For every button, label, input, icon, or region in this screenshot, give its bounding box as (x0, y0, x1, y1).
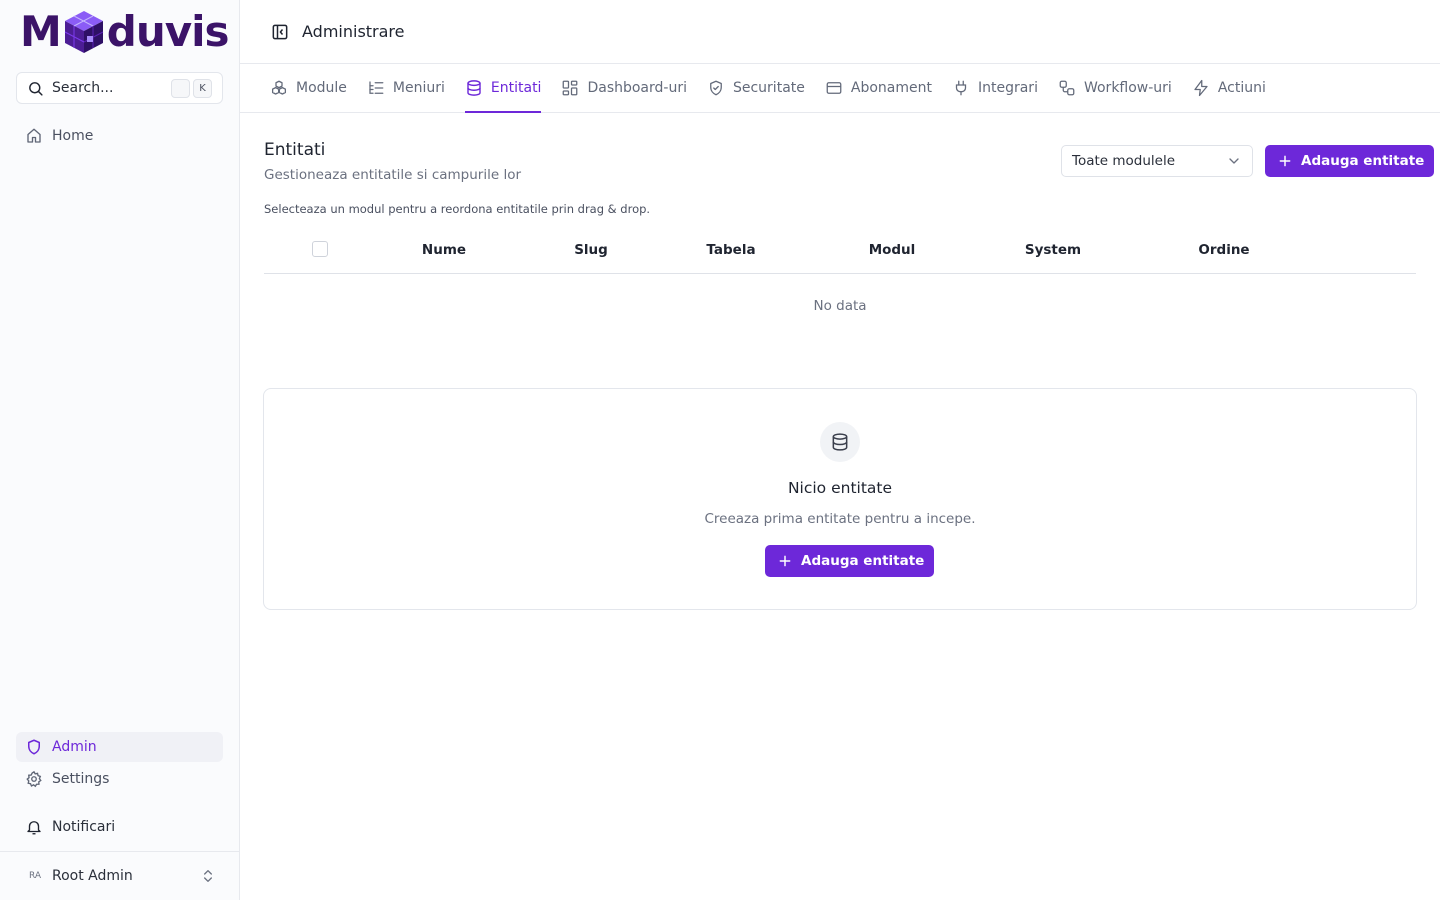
tab-integrari[interactable]: Integrari (952, 64, 1038, 113)
sidebar-divider (0, 851, 240, 852)
select-all-checkbox[interactable] (312, 241, 328, 257)
tab-entitati[interactable]: Entitati (464, 64, 542, 113)
module-filter-select[interactable]: Toate modulele (1061, 145, 1253, 177)
add-entity-button[interactable]: Adauga entitate (1265, 145, 1435, 177)
empty-state-button-label: Adauga entitate (801, 553, 925, 569)
cube-logo-icon (64, 11, 104, 53)
sidebar-item-settings[interactable]: Settings (16, 764, 223, 794)
chevron-down-icon (1229, 158, 1239, 164)
sidebar: M duvis Search... K Home Admin Settings … (0, 0, 240, 900)
tab-label: Securitate (732, 80, 805, 96)
empty-state-subtitle: Creeaza prima entitate pentru a incepe. (704, 511, 976, 527)
list-tree-icon (369, 81, 384, 94)
database-icon (467, 80, 481, 96)
user-name: Root Admin (52, 868, 133, 884)
avatar: RA (28, 871, 42, 881)
layout-dashboard-icon (563, 80, 578, 96)
sidebar-item-label: Admin (52, 739, 97, 755)
tab-securitate[interactable]: Securitate (707, 64, 805, 113)
tab-workflow-uri[interactable]: Workflow-uri (1058, 64, 1172, 113)
tab-module[interactable]: Module (270, 64, 347, 113)
search-input[interactable]: Search... K (16, 72, 223, 104)
tab-meniuri[interactable]: Meniuri (367, 64, 445, 113)
logo-suffix: duvis (106, 7, 230, 56)
bell-icon (27, 821, 41, 835)
table-empty-text: No data (813, 298, 867, 314)
tab-label: Module (296, 80, 347, 96)
sidebar-toggle-icon[interactable] (270, 22, 290, 42)
tab-label: Abonament (850, 80, 932, 96)
tab-label: Dashboard-uri (587, 80, 687, 96)
chevrons-up-down-icon (204, 870, 212, 882)
search-icon (29, 81, 43, 96)
sidebar-item-home[interactable]: Home (16, 121, 223, 151)
tab-label: Meniuri (392, 80, 445, 96)
tab-label: Integrari (977, 80, 1038, 96)
reorder-hint: Selecteaza un modul pentru a reordona en… (264, 202, 651, 216)
plus-icon (779, 555, 791, 567)
column-header-system[interactable]: System (1003, 226, 1103, 273)
sidebar-item-label: Home (52, 128, 94, 144)
kbd-modifier (171, 78, 190, 98)
column-header-nume[interactable]: Nume (394, 226, 494, 273)
sidebar-item-admin[interactable]: Admin (16, 732, 223, 762)
top-header: Administrare (240, 0, 1440, 64)
empty-state-title: Nicio entitate (787, 479, 893, 497)
column-header-tabela[interactable]: Tabela (681, 226, 781, 273)
tab-dashboard-uri[interactable]: Dashboard-uri (561, 64, 687, 113)
tab-label: Actiuni (1217, 80, 1266, 96)
entities-table-header: Nume Slug Tabela Modul System Ordine (264, 226, 1416, 274)
page-subtitle: Gestioneaza entitatile si campurile lor (264, 167, 522, 183)
database-icon (832, 433, 848, 451)
column-header-ordine[interactable]: Ordine (1174, 226, 1274, 273)
logo-prefix: M (20, 7, 62, 56)
zap-icon (1194, 79, 1208, 97)
plug-icon (955, 80, 967, 96)
empty-state-card: Nicio entitate Creeaza prima entitate pe… (263, 388, 1417, 610)
tab-label: Entitati (490, 80, 542, 96)
column-header-slug[interactable]: Slug (541, 226, 641, 273)
shield-icon (28, 739, 40, 755)
admin-tabs: Module Meniuri Entitati Dashboard-uri Se… (240, 64, 1440, 113)
shield-check-icon (710, 80, 722, 96)
search-placeholder: Search... (52, 80, 114, 96)
tab-actiuni[interactable]: Actiuni (1192, 64, 1266, 113)
kbd-key: K (193, 78, 212, 98)
tab-abonament[interactable]: Abonament (825, 64, 932, 113)
search-shortcut: K (171, 78, 215, 98)
module-filter-value: Toate modulele (1072, 153, 1176, 169)
workflow-icon (1059, 80, 1075, 96)
sidebar-item-label: Notificari (52, 819, 116, 835)
sidebar-item-label: Settings (52, 771, 110, 787)
page-header-title: Administrare (302, 22, 405, 41)
add-entity-label: Adauga entitate (1301, 153, 1425, 169)
gear-icon (26, 770, 42, 788)
plus-icon (1279, 155, 1291, 167)
logo[interactable]: M duvis (20, 7, 230, 56)
empty-state-icon-wrap (820, 422, 860, 462)
page-title: Entitati (264, 140, 326, 160)
column-header-modul[interactable]: Modul (842, 226, 942, 273)
tab-label: Workflow-uri (1083, 80, 1172, 96)
user-menu[interactable]: RA Root Admin (16, 860, 223, 892)
boxes-icon (271, 80, 287, 95)
empty-state-add-entity-button[interactable]: Adauga entitate (765, 545, 935, 577)
home-icon (27, 128, 41, 143)
credit-card-icon (826, 82, 842, 94)
sidebar-item-notificari[interactable]: Notificari (16, 812, 223, 842)
